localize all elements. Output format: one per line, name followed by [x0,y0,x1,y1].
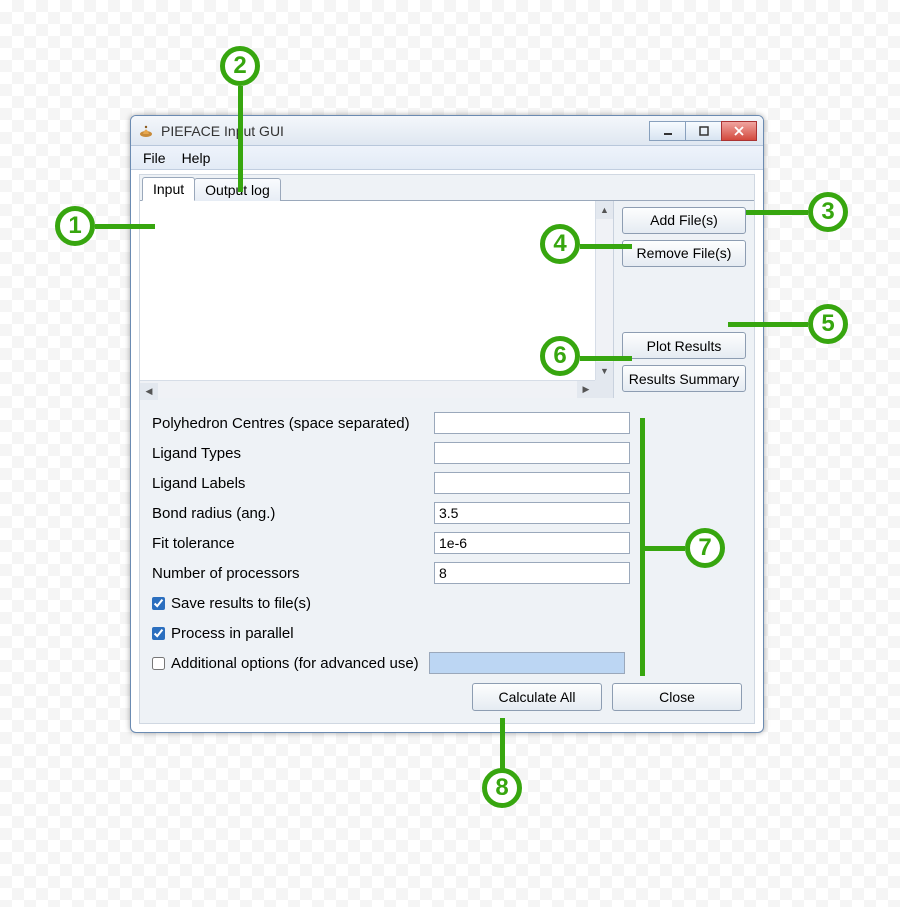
plot-results-label: Plot Results [647,338,722,354]
calculate-all-button[interactable]: Calculate All [472,683,602,711]
close-label: Close [659,689,695,705]
tab-input-label: Input [153,181,184,197]
remove-files-button[interactable]: Remove File(s) [622,240,746,267]
calculate-all-label: Calculate All [498,689,575,705]
leader-3 [746,210,808,215]
advanced-input[interactable] [429,652,625,674]
leader-7 [645,546,685,551]
fit-tol-label: Fit tolerance [152,535,434,552]
vertical-scrollbar[interactable]: ▲ ▼ [595,201,613,380]
callout-1-num: 1 [68,212,81,240]
callout-8: 8 [482,768,522,808]
callout-7-num: 7 [698,534,711,562]
bottom-buttons: Calculate All Close [472,683,742,711]
callout-6-num: 6 [553,342,566,370]
row-num-proc: Number of processors [152,558,742,588]
scroll-down-icon[interactable]: ▼ [596,362,613,380]
horizontal-scrollbar[interactable]: ◀ ▶ [140,380,595,398]
bond-radius-label: Bond radius (ang.) [152,505,434,522]
close-window-button[interactable] [721,121,757,141]
results-summary-button[interactable]: Results Summary [622,365,746,392]
scroll-right-icon[interactable]: ▶ [577,381,595,398]
callout-1: 1 [55,206,95,246]
callout-6: 6 [540,336,580,376]
save-results-checkbox[interactable] [152,597,165,610]
app-window: PIEFACE Input GUI File Help Input Output… [130,115,764,733]
callout-2: 2 [220,46,260,86]
parallel-label: Process in parallel [171,625,294,642]
row-ligand-labels: Ligand Labels [152,468,742,498]
callout-5-num: 5 [821,310,834,338]
add-files-button[interactable]: Add File(s) [622,207,746,234]
file-listbox[interactable] [140,201,595,380]
row-fit-tol: Fit tolerance [152,528,742,558]
file-list-wrap: ▲ ▼ ◀ ▶ [140,201,614,398]
menu-help[interactable]: Help [174,148,219,168]
leader-1 [95,224,155,229]
results-summary-label: Results Summary [629,371,739,387]
row-poly-centres: Polyhedron Centres (space separated) [152,408,742,438]
callout-3: 3 [808,192,848,232]
save-results-label: Save results to file(s) [171,595,311,612]
num-proc-input[interactable] [434,562,630,584]
row-save-results: Save results to file(s) [152,588,742,618]
client-area: Input Output log ▲ ▼ ◀ ▶ [139,174,755,724]
ligand-labels-label: Ligand Labels [152,475,434,492]
parallel-checkbox[interactable] [152,627,165,640]
tab-input[interactable]: Input [142,177,195,201]
advanced-checkbox[interactable] [152,657,165,670]
callout-2-num: 2 [233,52,246,80]
app-icon [137,122,155,140]
advanced-label: Additional options (for advanced use) [171,655,421,672]
menu-file[interactable]: File [135,148,174,168]
fit-tol-input[interactable] [434,532,630,554]
form-pane: Polyhedron Centres (space separated) Lig… [140,398,754,678]
callout-5: 5 [808,304,848,344]
bond-radius-input[interactable] [434,502,630,524]
row-bond-radius: Bond radius (ang.) [152,498,742,528]
button-spacer [622,273,746,327]
ligand-labels-input[interactable] [434,472,630,494]
tabbar: Input Output log [140,174,754,200]
poly-centres-input[interactable] [434,412,630,434]
maximize-button[interactable] [685,121,721,141]
callout-7: 7 [685,528,725,568]
leader-8 [500,718,505,770]
ligand-types-input[interactable] [434,442,630,464]
leader-2 [238,86,243,192]
row-advanced: Additional options (for advanced use) [152,648,742,678]
menubar: File Help [131,146,763,170]
leader-4 [580,244,632,249]
leader-5 [728,322,808,327]
callout-3-num: 3 [821,198,834,226]
scroll-left-icon[interactable]: ◀ [140,383,158,400]
row-ligand-types: Ligand Types [152,438,742,468]
callout-4-num: 4 [553,230,566,258]
ligand-types-label: Ligand Types [152,445,434,462]
callout-4: 4 [540,224,580,264]
upper-pane: ▲ ▼ ◀ ▶ Add File(s) Remove File(s) P [140,200,754,398]
close-button[interactable]: Close [612,683,742,711]
scroll-up-icon[interactable]: ▲ [596,201,613,219]
leader-6 [580,356,632,361]
remove-files-label: Remove File(s) [637,245,732,261]
minimize-button[interactable] [649,121,685,141]
plot-results-button[interactable]: Plot Results [622,332,746,359]
titlebar: PIEFACE Input GUI [131,116,763,146]
add-files-label: Add File(s) [650,212,718,228]
callout-8-num: 8 [495,774,508,802]
row-parallel: Process in parallel [152,618,742,648]
window-title: PIEFACE Input GUI [161,123,284,139]
num-proc-label: Number of processors [152,565,434,582]
scroll-corner [595,380,613,398]
window-controls [649,121,757,141]
side-buttons: Add File(s) Remove File(s) Plot Results … [614,201,754,398]
poly-centres-label: Polyhedron Centres (space separated) [152,415,434,432]
